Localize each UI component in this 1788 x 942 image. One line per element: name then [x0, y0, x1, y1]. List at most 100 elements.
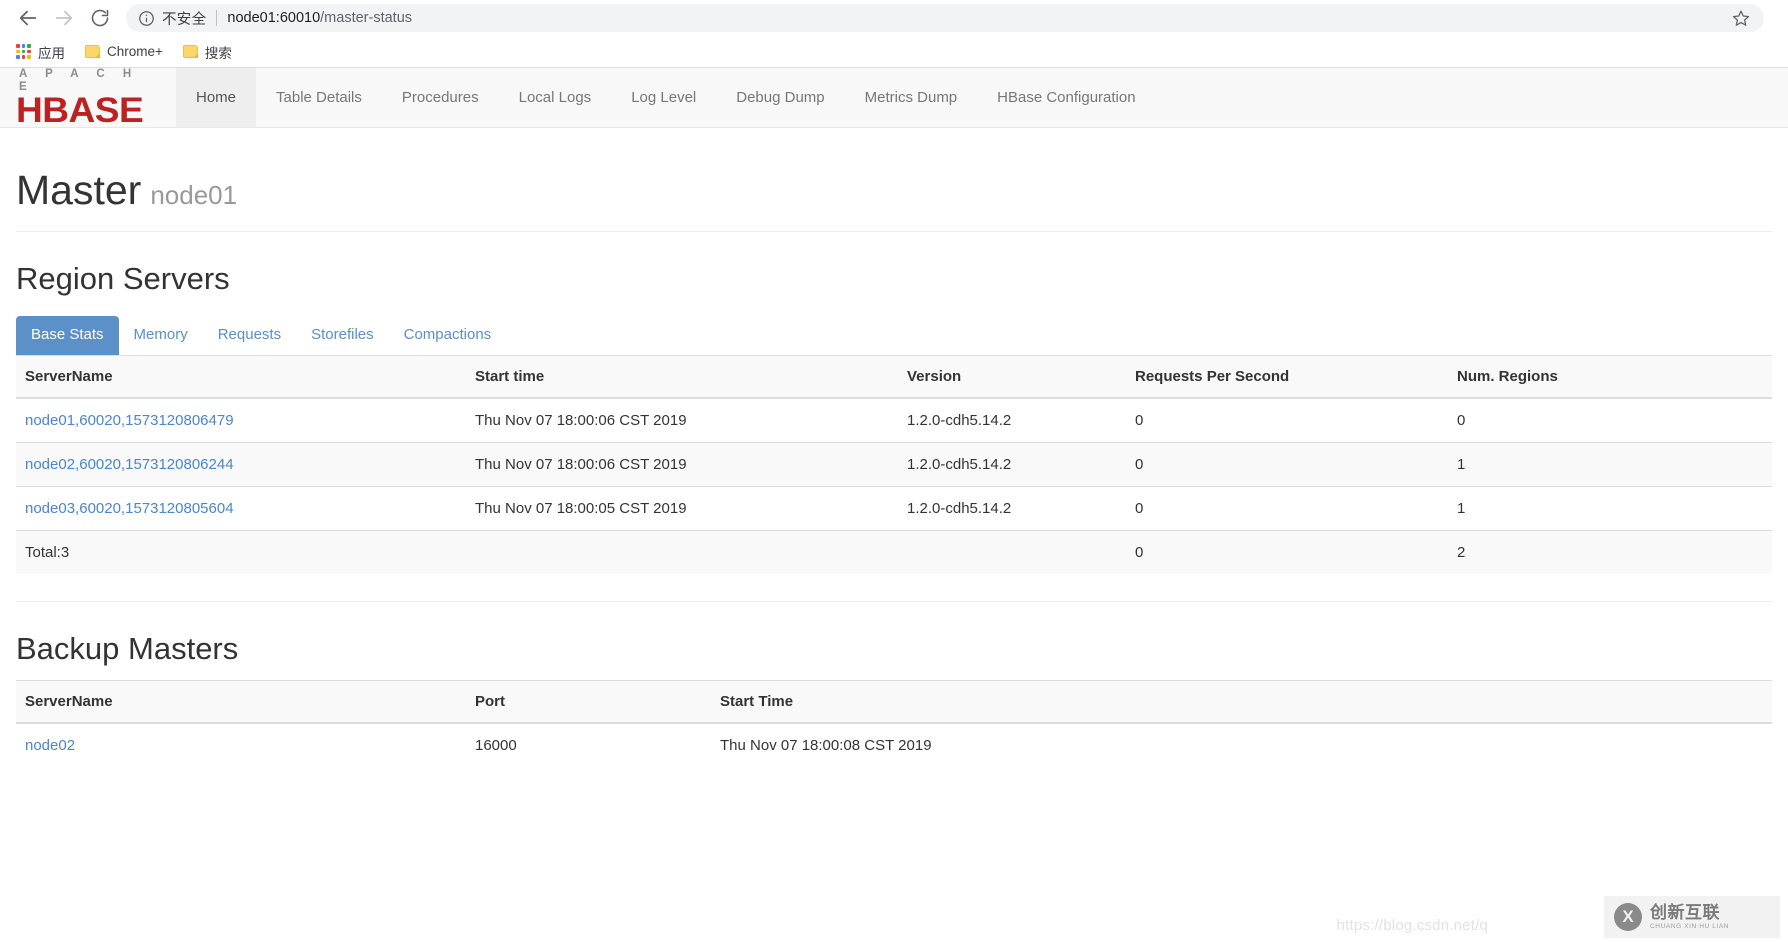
cell-total-version: [898, 529, 1126, 574]
cell-version: 1.2.0-cdh5.14.2: [898, 485, 1126, 531]
cell-num-regions: 0: [1448, 397, 1772, 443]
tab-storefiles[interactable]: Storefiles: [296, 316, 389, 355]
address-bar[interactable]: 不安全 node01:60010/master-status: [126, 4, 1764, 32]
column-header-start-time[interactable]: Start Time: [711, 679, 1772, 724]
cell-start-time: Thu Nov 07 18:00:06 CST 2019: [466, 441, 898, 487]
page-title-subtitle: node01: [150, 180, 238, 210]
cell-requests-per-second: 0: [1126, 397, 1448, 443]
cell-total-num-regions: 2: [1448, 529, 1772, 574]
bookmark-label: Chrome+: [107, 44, 163, 59]
folder-icon: [85, 45, 100, 58]
hbase-navbar: A P A C H E HBASE Home Table Details Pro…: [0, 68, 1788, 128]
column-header-start-time[interactable]: Start time: [466, 354, 898, 399]
cell-total-label: Total:3: [16, 529, 466, 574]
bookmark-label: 应用: [38, 45, 65, 61]
watermark-url: https://blog.csdn.net/q: [1336, 917, 1488, 934]
table-row: node02 16000 Thu Nov 07 18:00:08 CST 201…: [16, 722, 1772, 767]
table-header-row: ServerName Port Start Time: [16, 679, 1772, 724]
omnibox-divider: [216, 10, 218, 26]
nav-item-local-logs[interactable]: Local Logs: [499, 68, 612, 127]
tab-requests[interactable]: Requests: [203, 316, 296, 355]
cell-total-requests-per-second: 0: [1126, 529, 1448, 574]
cell-start-time: Thu Nov 07 18:00:05 CST 2019: [466, 485, 898, 531]
tab-memory[interactable]: Memory: [119, 316, 203, 355]
nav-item-metrics-dump[interactable]: Metrics Dump: [845, 68, 978, 127]
column-header-requests-per-second[interactable]: Requests Per Second: [1126, 354, 1448, 399]
info-circle-icon[interactable]: [138, 10, 155, 27]
column-header-version[interactable]: Version: [898, 354, 1126, 399]
nav-item-table-details[interactable]: Table Details: [256, 68, 382, 127]
column-header-port[interactable]: Port: [466, 679, 711, 724]
server-link[interactable]: node01,60020,1573120806479: [25, 412, 234, 429]
bookmark-search[interactable]: 搜索: [179, 40, 242, 64]
column-header-servername[interactable]: ServerName: [16, 354, 466, 399]
region-servers-table: ServerName Start time Version Requests P…: [16, 354, 1772, 574]
back-arrow-icon[interactable]: [10, 0, 46, 36]
server-link[interactable]: node02,60020,1573120806244: [25, 456, 234, 473]
watermark-pinyin: CHUANG XIN HU LIAN: [1650, 922, 1730, 930]
nav-item-hbase-configuration[interactable]: HBase Configuration: [977, 68, 1155, 127]
cell-start-time: Thu Nov 07 18:00:06 CST 2019: [466, 397, 898, 443]
bookmark-star-icon[interactable]: [1732, 9, 1750, 27]
page-header: Master node01: [16, 128, 1772, 233]
region-servers-heading: Region Servers: [16, 261, 230, 297]
cell-servername: node01,60020,1573120806479: [16, 397, 466, 443]
table-total-row: Total:3 0 2: [16, 529, 1772, 574]
server-link[interactable]: node03,60020,1573120805604: [25, 500, 234, 517]
watermark-mark-icon: X: [1614, 903, 1642, 931]
bookmark-label: 搜索: [204, 45, 232, 61]
cell-total-start-time: [466, 529, 898, 574]
browser-toolbar: 不安全 node01:60010/master-status: [0, 0, 1788, 36]
content-container: Master node01 Region Servers Base Stats M…: [0, 128, 1788, 767]
cell-servername: node03,60020,1573120805604: [16, 485, 466, 531]
tab-compactions[interactable]: Compactions: [389, 316, 507, 355]
region-servers-tabs: Base Stats Memory Requests Storefiles Co…: [16, 310, 1772, 355]
url-host: node01:60010: [227, 10, 321, 26]
table-row: node02,60020,1573120806244 Thu Nov 07 18…: [16, 441, 1772, 487]
table-row: node01,60020,1573120806479 Thu Nov 07 18…: [16, 397, 1772, 443]
column-header-num-regions[interactable]: Num. Regions: [1448, 354, 1772, 399]
logo-hbase-text: HBASE: [16, 91, 144, 130]
tab-base-stats[interactable]: Base Stats: [16, 316, 119, 355]
watermark-chinese-name: 创新互联: [1650, 902, 1720, 922]
page-title-text: Master: [16, 167, 142, 213]
forward-arrow-icon[interactable]: [46, 0, 82, 36]
bookmarks-bar: 应用 Chrome+ 搜索: [0, 36, 1788, 68]
cell-num-regions: 1: [1448, 441, 1772, 487]
navbar-links: Home Table Details Procedures Local Logs…: [176, 68, 1156, 127]
cell-version: 1.2.0-cdh5.14.2: [898, 397, 1126, 443]
cell-servername: node02: [16, 722, 466, 767]
nav-item-procedures[interactable]: Procedures: [382, 68, 499, 127]
backup-master-link[interactable]: node02: [25, 737, 75, 754]
nav-item-home[interactable]: Home: [176, 68, 257, 127]
cell-requests-per-second: 0: [1126, 441, 1448, 487]
table-row: node03,60020,1573120805604 Thu Nov 07 18…: [16, 485, 1772, 531]
reload-icon[interactable]: [82, 0, 118, 36]
apps-grid-icon: [16, 44, 31, 59]
cell-version: 1.2.0-cdh5.14.2: [898, 441, 1126, 487]
backup-masters-table: ServerName Port Start Time node02 16000 …: [16, 679, 1772, 767]
table-header-row: ServerName Start time Version Requests P…: [16, 354, 1772, 399]
column-header-servername[interactable]: ServerName: [16, 679, 466, 724]
page-title: Master node01: [16, 167, 1772, 213]
cell-servername: node02,60020,1573120806244: [16, 441, 466, 487]
cell-requests-per-second: 0: [1126, 485, 1448, 531]
page-content: A P A C H E HBASE Home Table Details Pro…: [0, 68, 1788, 940]
bookmark-apps[interactable]: 应用: [12, 40, 75, 64]
folder-icon: [182, 45, 198, 58]
cell-num-regions: 1: [1448, 485, 1772, 531]
nav-item-log-level[interactable]: Log Level: [611, 68, 716, 127]
browser-window: 不安全 node01:60010/master-status 应用 Chrome…: [0, 0, 1788, 942]
watermark-logo: X 创新互联 CHUANG XIN HU LIAN: [1604, 896, 1780, 938]
url-path: /master-status: [320, 10, 413, 26]
bookmark-chrome-plus[interactable]: Chrome+: [81, 40, 173, 64]
nav-item-debug-dump[interactable]: Debug Dump: [716, 68, 844, 127]
section-divider: [16, 574, 1772, 602]
hbase-logo[interactable]: A P A C H E HBASE: [0, 68, 176, 130]
security-status-label: 不安全: [162, 11, 207, 28]
cell-port: 16000: [466, 722, 711, 767]
cell-start-time: Thu Nov 07 18:00:08 CST 2019: [711, 722, 1772, 767]
backup-masters-heading: Backup Masters: [16, 630, 239, 666]
address-bar-url: node01:60010/master-status: [227, 10, 412, 26]
watermark-text: 创新互联 CHUANG XIN HU LIAN: [1650, 904, 1729, 931]
